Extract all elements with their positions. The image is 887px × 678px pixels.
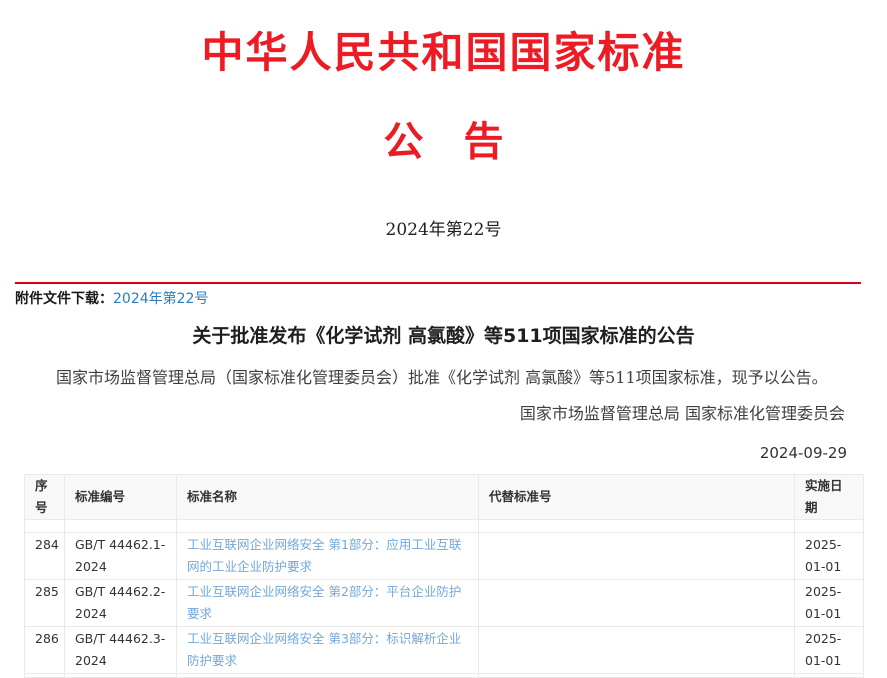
- announcement-heading: 关于批准发布《化学试剂 高氯酸》等511项国家标准的公告: [0, 323, 887, 349]
- cell-impl-date: 2025-01-01: [795, 580, 864, 627]
- cell-impl-date: 2025-01-01: [795, 627, 864, 674]
- announcement-subtitle: 公 告: [0, 120, 887, 164]
- header-impl-date: 实施日期: [795, 475, 864, 520]
- cell-name: 工业互联网企业网络安全 第2部分：平台企业防护要求: [177, 580, 479, 627]
- announcement-page: 中华人民共和国国家标准 公 告 2024年第22号 附件文件下载：2024年第2…: [0, 0, 887, 639]
- announcement-date: 2024-09-29: [0, 443, 847, 464]
- header-code: 标准编号: [65, 475, 177, 520]
- page-title: 中华人民共和国国家标准: [0, 0, 887, 76]
- cell-code: GB/T 44462.3-2024: [65, 627, 177, 674]
- table-row: 286 GB/T 44462.3-2024 工业互联网企业网络安全 第3部分：标…: [25, 627, 864, 674]
- cell-name: 工业互联网企业网络安全 第1部分：应用工业互联网的工业企业防护要求: [177, 533, 479, 580]
- issuer-line: 国家市场监督管理总局 国家标准化管理委员会: [0, 403, 845, 425]
- header-replaces: 代替标准号: [479, 475, 795, 520]
- standard-name-link[interactable]: 工业互联网企业网络安全 第1部分：应用工业互联网的工业企业防护要求: [187, 537, 461, 574]
- table-header-row: 序号 标准编号 标准名称 代替标准号 实施日期: [25, 475, 864, 520]
- red-divider: [15, 282, 861, 284]
- standard-name-link[interactable]: 工业互联网企业网络安全 第3部分：标识解析企业防护要求: [187, 631, 461, 668]
- cell-seq: 284: [25, 533, 65, 580]
- attachment-download-link[interactable]: 2024年第22号: [113, 291, 208, 307]
- cell-code: GB/T 44462.2-2024: [65, 580, 177, 627]
- attachment-download-label: 附件文件下载：: [15, 291, 113, 307]
- cell-seq: 286: [25, 627, 65, 674]
- attachment-download-row: 附件文件下载：2024年第22号: [15, 289, 861, 309]
- cutoff-row-bottom: [25, 674, 864, 678]
- standards-table: 序号 标准编号 标准名称 代替标准号 实施日期 284 GB/T 44462.1…: [24, 474, 864, 678]
- header-name: 标准名称: [177, 475, 479, 520]
- table-row: 284 GB/T 44462.1-2024 工业互联网企业网络安全 第1部分：应…: [25, 533, 864, 580]
- header-seq: 序号: [25, 475, 65, 520]
- cell-code: GB/T 44462.1-2024: [65, 533, 177, 580]
- cutoff-row-top: [25, 520, 864, 533]
- cell-replaces: [479, 580, 795, 627]
- cell-replaces: [479, 533, 795, 580]
- issue-number: 2024年第22号: [0, 218, 887, 242]
- cell-seq: 285: [25, 580, 65, 627]
- cell-name: 工业互联网企业网络安全 第3部分：标识解析企业防护要求: [177, 627, 479, 674]
- table-row: 285 GB/T 44462.2-2024 工业互联网企业网络安全 第2部分：平…: [25, 580, 864, 627]
- announcement-body: 国家市场监督管理总局（国家标准化管理委员会）批准《化学试剂 高氯酸》等511项国…: [24, 367, 861, 389]
- cell-replaces: [479, 627, 795, 674]
- cell-impl-date: 2025-01-01: [795, 533, 864, 580]
- standard-name-link[interactable]: 工业互联网企业网络安全 第2部分：平台企业防护要求: [187, 584, 461, 621]
